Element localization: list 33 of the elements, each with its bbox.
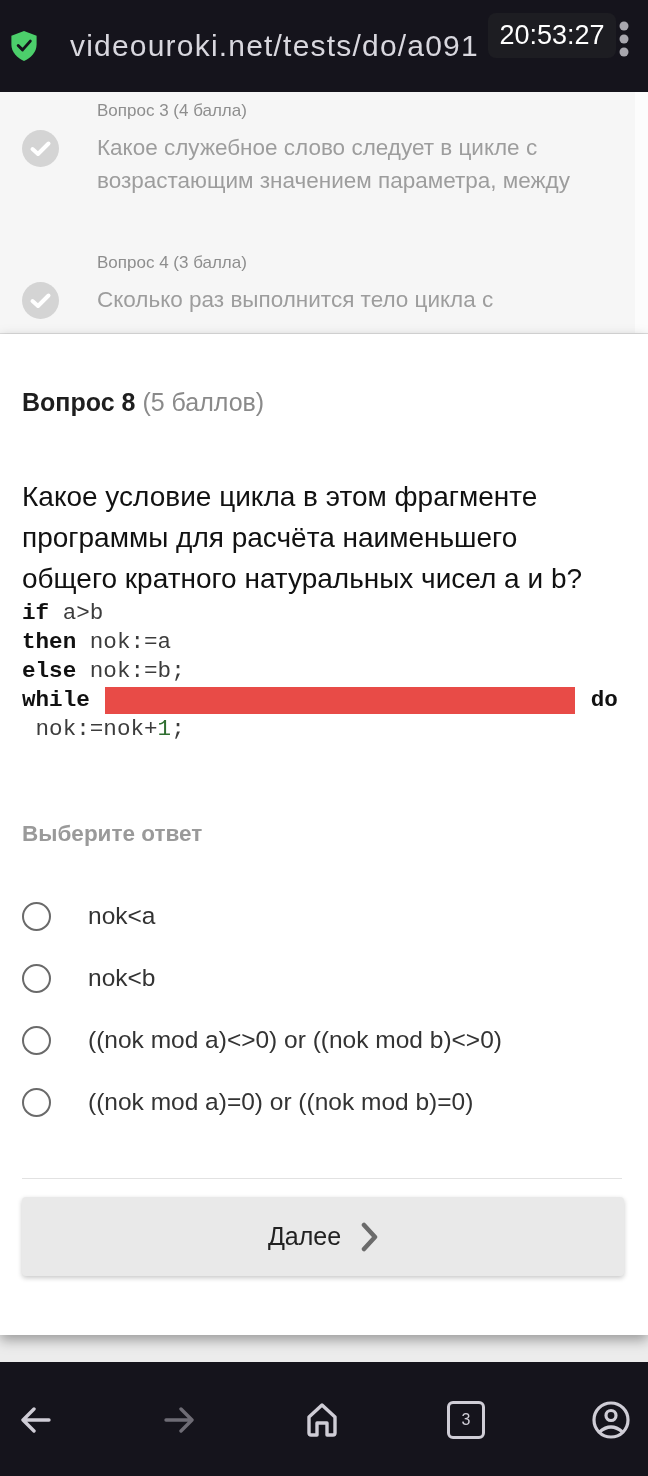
option-label[interactable]: ((nok mod a)<>0) or ((nok mod b)<>0) [88,1021,502,1059]
next-button[interactable]: Далее [22,1197,624,1276]
tabs-button[interactable]: 3 [447,1401,485,1439]
url-text[interactable]: videouroki.net/tests/do/a091 [70,28,479,64]
code-keyword: do [590,686,618,715]
radio-button[interactable] [22,963,51,993]
option-label[interactable]: nok<a [88,897,156,935]
clock-overlay: 20:53:27 [488,13,616,58]
question-number: Вопрос 4 (3 балла) [97,252,247,274]
answer-prompt: Выберите ответ [22,820,203,848]
radio-button[interactable] [22,1025,51,1055]
account-button[interactable] [592,1400,630,1440]
radio-button[interactable] [22,901,51,931]
code-line: nok:=nok+1; [34,715,185,744]
question-number: Вопрос 3 (4 балла) [97,100,247,122]
home-icon [306,1403,338,1437]
question-text: Какое условие цикла в этом фрагменте программы для расчёта наименьшего общего кратного натуральных чисел a и b? [22,480,584,596]
question-points: (5 баллов) [142,387,265,418]
forward-arrow-icon [164,1407,194,1433]
code-keyword: while [22,686,90,715]
account-icon [592,1401,630,1439]
question-title: Вопрос 8 [22,387,136,418]
option-label[interactable]: nok<b [88,959,156,997]
back-arrow-icon [21,1407,51,1433]
radio-button[interactable] [22,1087,51,1117]
code-line: then nok:=a [22,628,172,657]
scrollbar-track[interactable] [635,92,648,333]
more-menu-icon[interactable] [619,21,629,57]
code-line: else nok:=b; [22,657,185,686]
home-button[interactable] [304,1400,340,1440]
chevron-right-icon [361,1221,379,1252]
option-label[interactable]: ((nok mod a)=0) or ((nok mod b)=0) [88,1083,474,1121]
code-line: if a>b [22,599,104,628]
